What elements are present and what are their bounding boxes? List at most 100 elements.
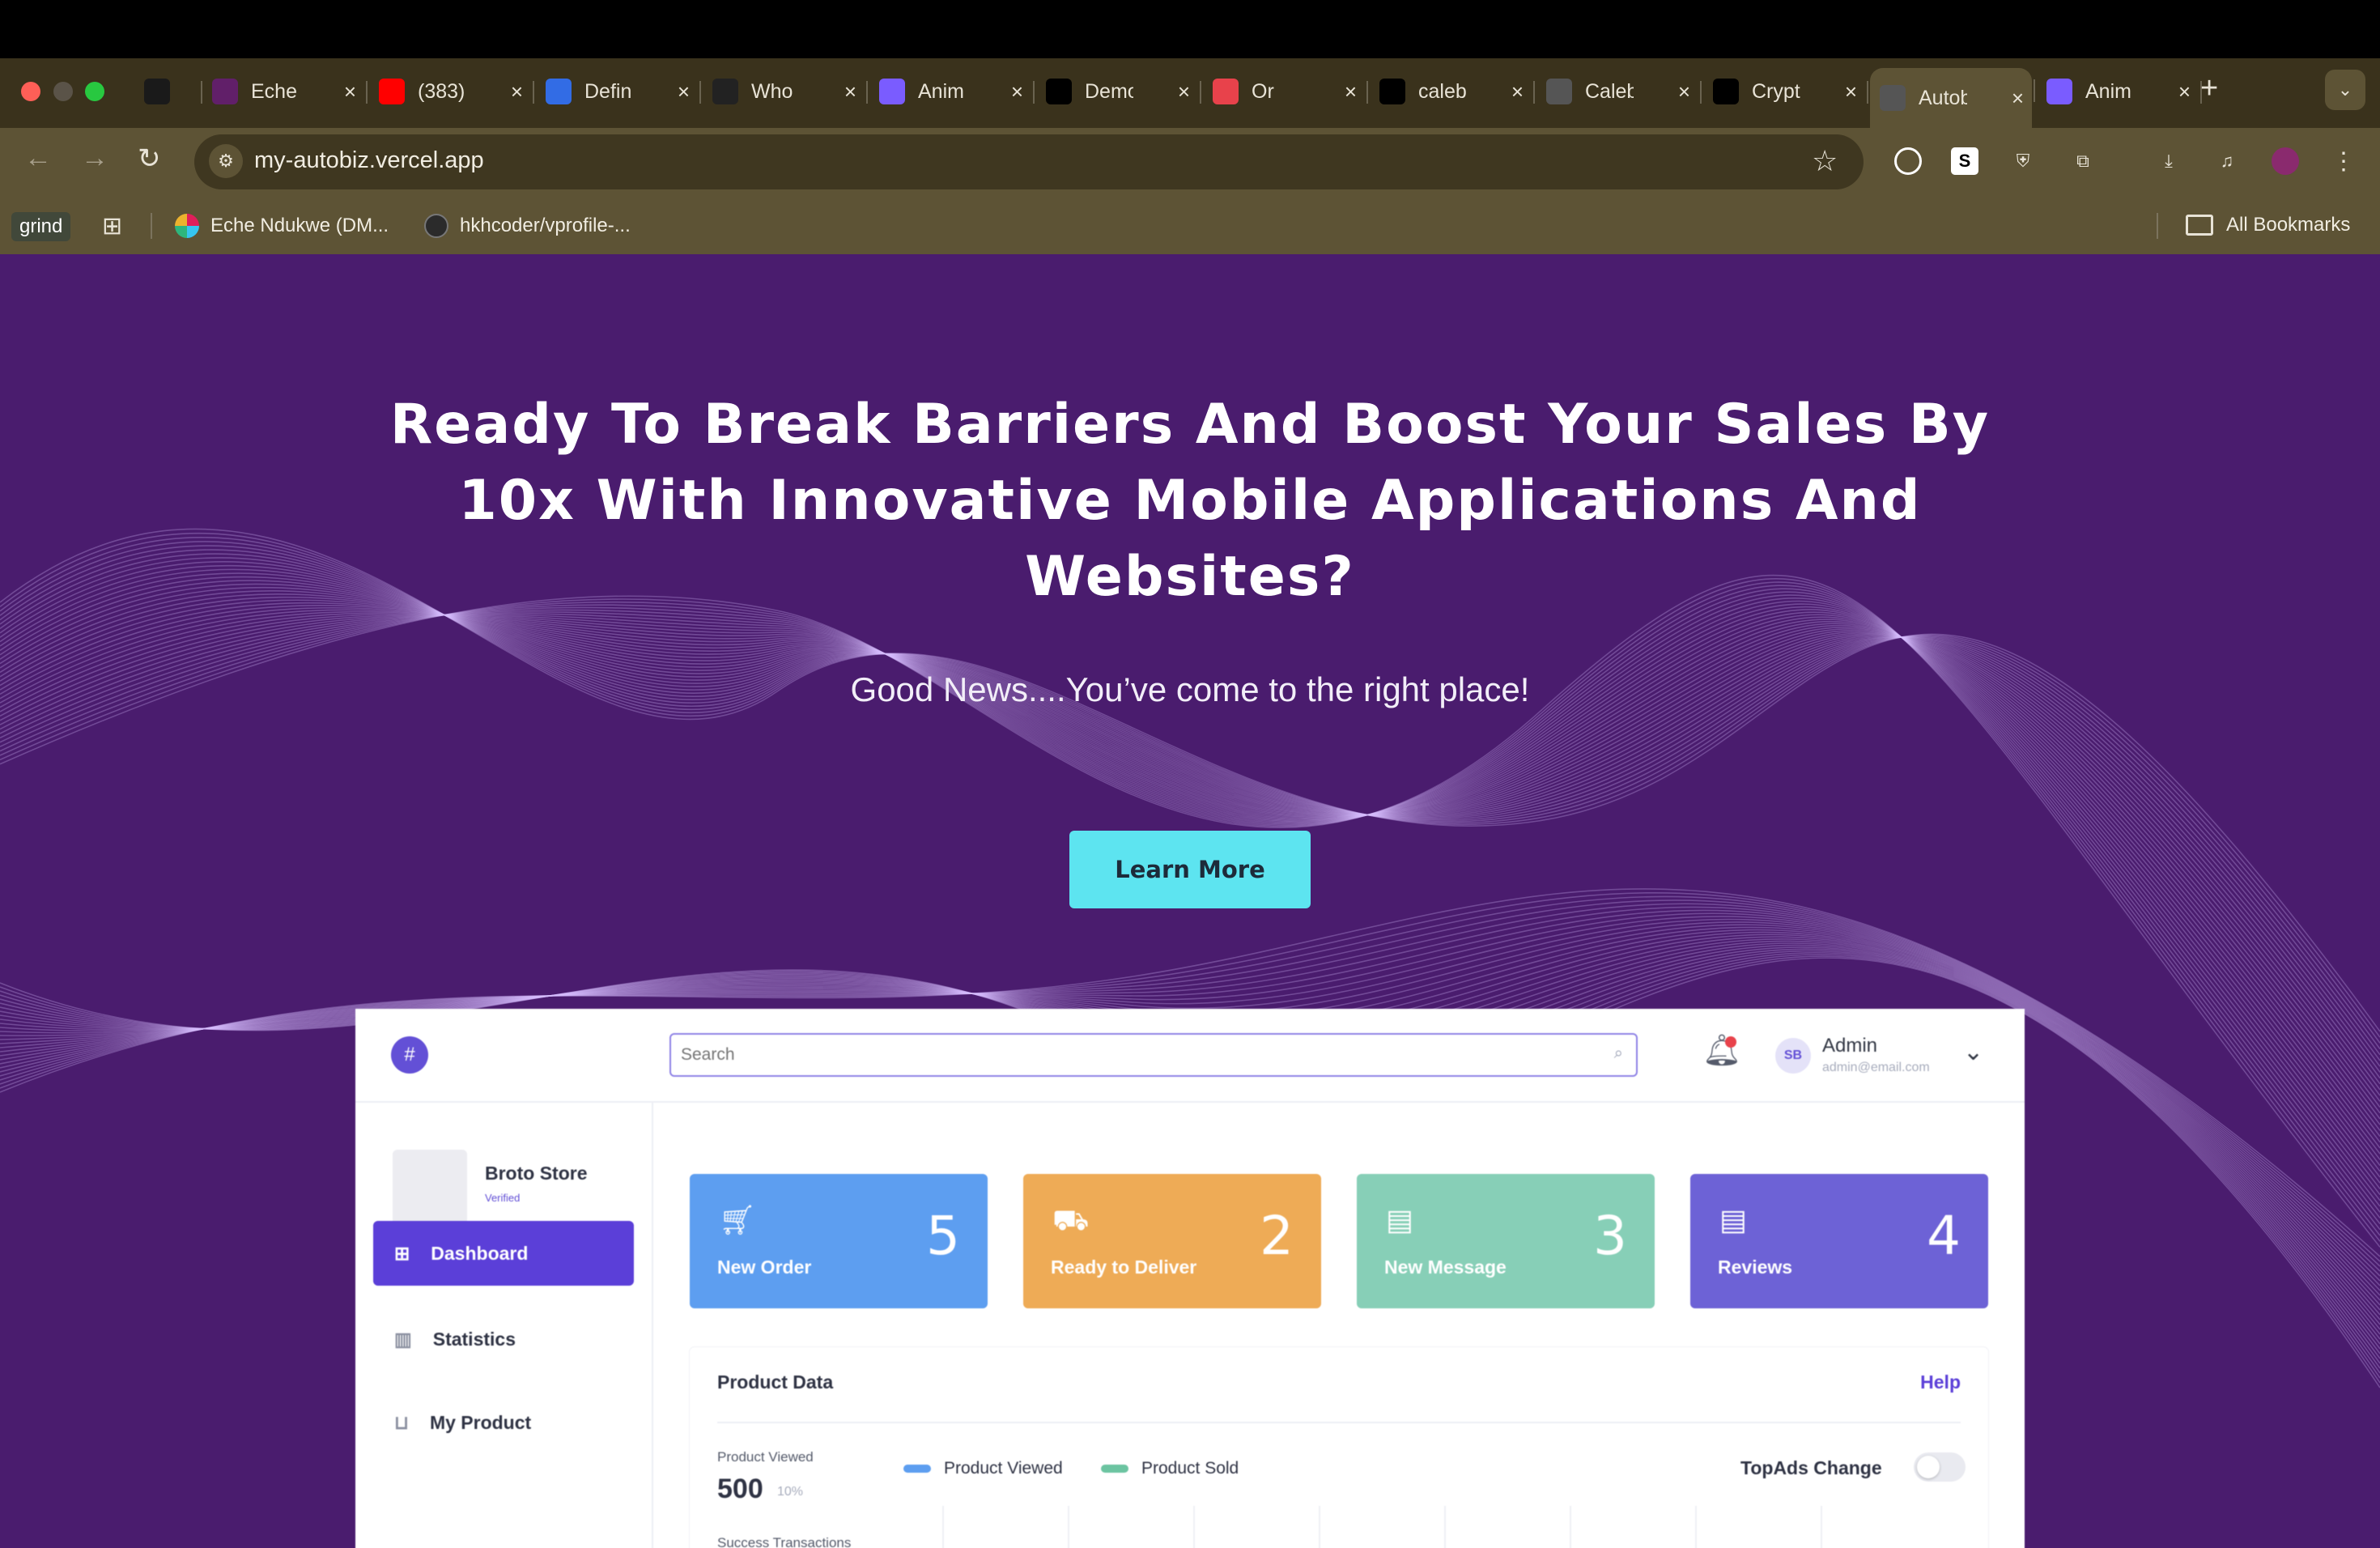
browser-tab[interactable]: Defin × <box>536 70 701 113</box>
forward-button[interactable]: → <box>81 142 108 174</box>
site-info-icon[interactable]: ⚙ <box>209 144 243 178</box>
browser-tab[interactable] <box>134 70 202 113</box>
stat-card: ▤ 4 Reviews <box>1690 1174 1988 1308</box>
chart-gridline <box>1821 1506 1822 1548</box>
tab-separator <box>1700 81 1702 104</box>
topads-change-label: TopAds Change <box>1740 1457 1882 1478</box>
back-button[interactable]: ← <box>24 142 52 174</box>
product-data-panel: Product Data Help Product Viewed 500 10%… <box>690 1347 1988 1548</box>
close-tab-icon[interactable]: × <box>2178 79 2191 104</box>
browser-tab[interactable]: Anim × <box>869 70 1035 113</box>
bookmark-grind[interactable]: grind <box>11 212 71 241</box>
sidebar-item-statistics: ▥ Statistics <box>373 1307 634 1372</box>
all-bookmarks-label: All Bookmarks <box>2226 214 2351 236</box>
chart-gridline <box>1444 1506 1446 1548</box>
delivery-icon: ⛟ <box>1052 1203 1090 1236</box>
browser-tab[interactable]: Who × <box>703 70 868 113</box>
stat-card-label: New Message <box>1384 1257 1507 1278</box>
tab-title: Anim <box>918 79 964 103</box>
stat-card-label: New Order <box>717 1257 812 1278</box>
shield-icon[interactable]: ⛨ <box>2009 147 2037 175</box>
learn-more-button[interactable]: Learn More <box>1069 831 1311 908</box>
folder-icon <box>2186 215 2213 236</box>
close-tab-icon[interactable]: × <box>1345 79 1357 104</box>
stat-card-label: Reviews <box>1718 1257 1793 1278</box>
admin-email: admin@email.com <box>1822 1061 1930 1074</box>
tab-separator <box>1867 81 1868 104</box>
maximize-window-button[interactable] <box>85 82 104 101</box>
close-tab-icon[interactable]: × <box>2012 86 2024 111</box>
browser-tab[interactable]: Eche × <box>202 70 368 113</box>
tab-title: Defin <box>584 79 632 103</box>
tab-title: Who <box>751 79 793 103</box>
all-bookmarks-button[interactable]: All Bookmarks <box>2186 214 2350 236</box>
chart-gridline <box>1319 1506 1320 1548</box>
globe-icon <box>1880 85 1906 111</box>
apps-grid-icon[interactable]: ⊞ <box>102 212 122 240</box>
bookmark-item-slack[interactable]: Eche Ndukwe (DM... <box>175 214 389 238</box>
product-data-title: Product Data <box>717 1372 834 1393</box>
close-tab-icon[interactable]: × <box>344 79 356 104</box>
new-tab-button[interactable]: + <box>2200 71 2218 106</box>
close-tab-icon[interactable]: × <box>844 79 856 104</box>
bookmark-separator <box>151 213 152 239</box>
tab-separator <box>366 81 368 104</box>
browser-tab[interactable]: (383) × <box>369 70 534 113</box>
extension-s-icon[interactable]: S <box>1951 147 1978 175</box>
minimize-window-button[interactable] <box>53 82 73 101</box>
browser-tab[interactable]: Or × <box>1203 70 1368 113</box>
sidebar-item-label: Dashboard <box>431 1242 529 1264</box>
close-tab-icon[interactable]: × <box>1511 79 1524 104</box>
store-verified-label: Verified <box>485 1192 521 1204</box>
close-tab-icon[interactable]: × <box>1678 79 1690 104</box>
chevron-down-icon: ⌄ <box>1963 1039 1984 1065</box>
admin-avatar: SB <box>1775 1038 1811 1074</box>
media-control-icon[interactable]: ♫ <box>2213 147 2241 175</box>
browser-tab[interactable]: Autob × <box>1870 68 2035 128</box>
browser-tab[interactable]: Crypt × <box>1703 70 1868 113</box>
stat-card-value: 2 <box>1260 1205 1294 1267</box>
close-tab-icon[interactable]: × <box>511 79 523 104</box>
bookmark-star-icon[interactable]: ☆ <box>1812 144 1838 178</box>
stat-card-value: 5 <box>926 1205 960 1267</box>
tab-title: Crypt <box>1752 79 1800 103</box>
vite-icon <box>2046 79 2072 104</box>
bookmark-separator <box>2157 213 2158 239</box>
tab-title: Anim <box>2085 79 2131 103</box>
browser-tab[interactable]: Anim × <box>2037 70 2202 113</box>
tab-title: Autob <box>1919 86 1967 109</box>
url-text[interactable]: my-autobiz.vercel.app <box>254 147 484 174</box>
sidebar-item-label: My Product <box>429 1411 532 1433</box>
browser-tab[interactable]: caleb × <box>1370 70 1535 113</box>
stat-card-value: 4 <box>1927 1205 1961 1267</box>
reload-button[interactable]: ↻ <box>138 142 161 175</box>
github-icon <box>1046 79 1072 104</box>
hashtag-logo-icon: # <box>391 1036 428 1074</box>
legend-swatch <box>1101 1465 1128 1473</box>
bookmark-item-github[interactable]: hkhcoder/vprofile-... <box>424 214 631 238</box>
download-icon[interactable]: ⤓ <box>2155 147 2182 175</box>
stat-card: 🛒︎ 5 New Order <box>690 1174 988 1308</box>
review-icon: ▤ <box>1719 1203 1748 1236</box>
legend-swatch <box>903 1465 931 1473</box>
profile-avatar[interactable] <box>2272 147 2299 175</box>
cart-icon: 🛒︎ <box>719 1203 756 1236</box>
tab-separator <box>533 81 534 104</box>
close-tab-icon[interactable]: × <box>1178 79 1190 104</box>
close-tab-icon[interactable]: × <box>1845 79 1857 104</box>
extension-circle-icon[interactable] <box>1894 147 1922 175</box>
tab-separator <box>1366 81 1368 104</box>
browser-menu-icon[interactable]: ⋮ <box>2330 147 2357 175</box>
topads-toggle <box>1914 1452 1966 1482</box>
extensions-puzzle-icon[interactable]: ⧉ <box>2069 147 2097 175</box>
tab-title: Caleb <box>1585 79 1634 103</box>
close-window-button[interactable] <box>21 82 40 101</box>
tab-title: (383) <box>418 79 465 103</box>
close-tab-icon[interactable]: × <box>1011 79 1023 104</box>
bag-icon: ⊔ <box>394 1411 409 1433</box>
oyo-icon <box>144 79 170 104</box>
browser-tab[interactable]: Demo × <box>1036 70 1201 113</box>
tab-search-button[interactable]: ⌄ <box>2325 70 2365 110</box>
close-tab-icon[interactable]: × <box>678 79 690 104</box>
browser-tab[interactable]: Caleb × <box>1536 70 1702 113</box>
